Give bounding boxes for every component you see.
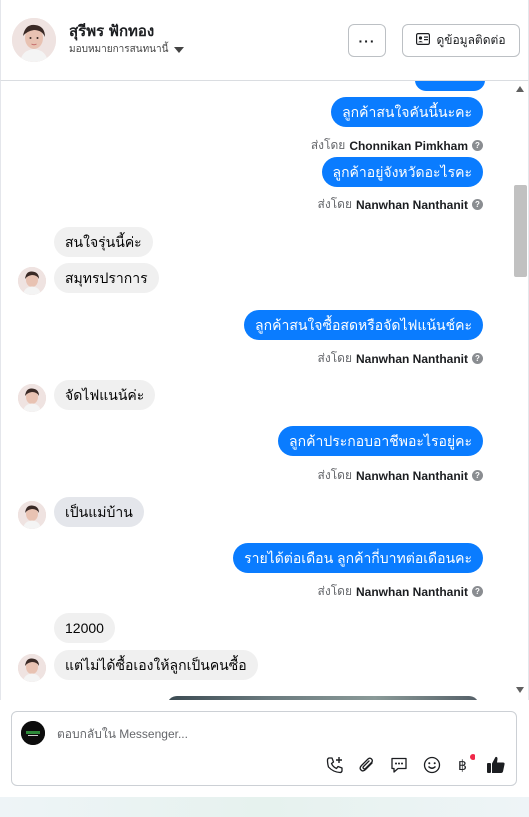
contact-avatar-small [18, 384, 46, 412]
reply-composer: ฿ [11, 711, 517, 786]
sent-by-prefix: ส่งโดย [310, 138, 346, 152]
sender-name[interactable]: Nanwhan Nanthanit [356, 198, 468, 212]
contact-card-icon [416, 33, 431, 48]
incoming-message[interactable]: สนใจรุ่นนี้ค่ะ [54, 227, 153, 257]
incoming-message[interactable]: แต่ไม่ได้ซื้อเองให้ลูกเป็นคนซื้อ [54, 650, 258, 680]
attachment-icon[interactable] [356, 754, 378, 776]
help-icon[interactable]: ? [472, 199, 483, 210]
contact-avatar[interactable] [12, 18, 56, 62]
conversation-header: สุรีพร ฟักทอง มอบหมายการสนทนานี้ ··· ดูข… [0, 0, 529, 81]
sent-by-prefix: ส่งโดย [317, 584, 352, 598]
contact-avatar-small [18, 654, 46, 682]
more-icon: ··· [358, 32, 376, 49]
view-contact-label: ดูข้อมูลติดต่อ [436, 33, 506, 47]
sent-by-prefix: ส่งโดย [317, 197, 352, 211]
help-icon[interactable]: ? [472, 140, 483, 151]
sender-name[interactable]: Chonnikan Pimkham [349, 139, 468, 153]
reply-input[interactable] [57, 725, 497, 743]
incoming-message[interactable]: สมุทรปราการ [54, 263, 159, 293]
scrollbar[interactable] [512, 81, 528, 700]
outgoing-message[interactable]: ลูกค้าอยู่จังหวัดอะไรคะ [321, 157, 483, 187]
help-icon[interactable]: ? [472, 586, 483, 597]
sent-by-label: ส่งโดย Nanwhan Nanthanit ? [318, 195, 483, 214]
incoming-message[interactable]: เป็นแม่บ้าน [54, 497, 144, 527]
emoji-icon[interactable] [421, 754, 443, 776]
sent-by-prefix: ส่งโดย [317, 351, 352, 365]
image-attachment-preview[interactable] [167, 696, 479, 700]
view-contact-button[interactable]: ดูข้อมูลติดต่อ [402, 24, 520, 57]
scroll-up-arrow-icon[interactable] [516, 86, 524, 92]
assign-conversation-dropdown[interactable]: มอบหมายการสนทนานี้ [69, 42, 185, 57]
outgoing-message[interactable]: ลูกค้าประกอบอาชีพอะไรอยู่คะ [278, 426, 483, 456]
message-bubble-partial[interactable] [415, 81, 485, 91]
help-icon[interactable]: ? [472, 353, 483, 364]
sent-by-label: ส่งโดย Nanwhan Nanthanit ? [318, 466, 483, 485]
baht-payment-icon[interactable]: ฿ [453, 754, 475, 776]
assign-label: มอบหมายการสนทนานี้ [69, 44, 169, 55]
call-add-icon[interactable] [324, 754, 346, 776]
svg-text:฿: ฿ [458, 758, 467, 774]
sent-by-prefix: ส่งโดย [317, 468, 352, 482]
messenger-conversation: สุรีพร ฟักทอง มอบหมายการสนทนานี้ ··· ดูข… [0, 0, 529, 817]
outgoing-message[interactable]: ลูกค้าสนใจซื้อสดหรือจัดไฟแน้นช์คะ [244, 310, 483, 340]
thumbs-up-icon[interactable] [485, 754, 507, 776]
sender-name[interactable]: Nanwhan Nanthanit [356, 585, 468, 599]
message-thread[interactable]: ลูกค้าสนใจคันนี้นะคะ ส่งโดย Chonnikan Pi… [0, 81, 529, 700]
scroll-down-arrow-icon[interactable] [516, 687, 524, 693]
contact-avatar-small [18, 501, 46, 529]
sent-by-label: ส่งโดย Nanwhan Nanthanit ? [318, 582, 483, 601]
scrollbar-thumb[interactable] [514, 185, 527, 277]
contact-avatar-small [18, 267, 46, 295]
outgoing-message[interactable]: รายได้ต่อเดือน ลูกค้ากี่บาทต่อเดือนคะ [233, 543, 483, 573]
more-options-button[interactable]: ··· [348, 24, 386, 57]
incoming-message[interactable]: จัดไฟแนน้ค่ะ [54, 380, 156, 410]
help-icon[interactable]: ? [472, 470, 483, 481]
sent-by-label: ส่งโดย Nanwhan Nanthanit ? [318, 349, 483, 368]
sent-by-label: ส่งโดย Chonnikan Pimkham ? [311, 136, 483, 155]
outgoing-message[interactable]: ลูกค้าสนใจคันนี้นะคะ [331, 97, 483, 127]
page-background-strip [0, 797, 529, 817]
contact-name: สุรีพร ฟักทอง [69, 23, 155, 40]
chevron-down-icon [174, 46, 185, 53]
saved-reply-icon[interactable] [388, 754, 410, 776]
sender-name[interactable]: Nanwhan Nanthanit [356, 469, 468, 483]
page-avatar [21, 721, 45, 745]
incoming-message[interactable]: 12000 [54, 613, 115, 643]
sender-name[interactable]: Nanwhan Nanthanit [356, 352, 468, 366]
